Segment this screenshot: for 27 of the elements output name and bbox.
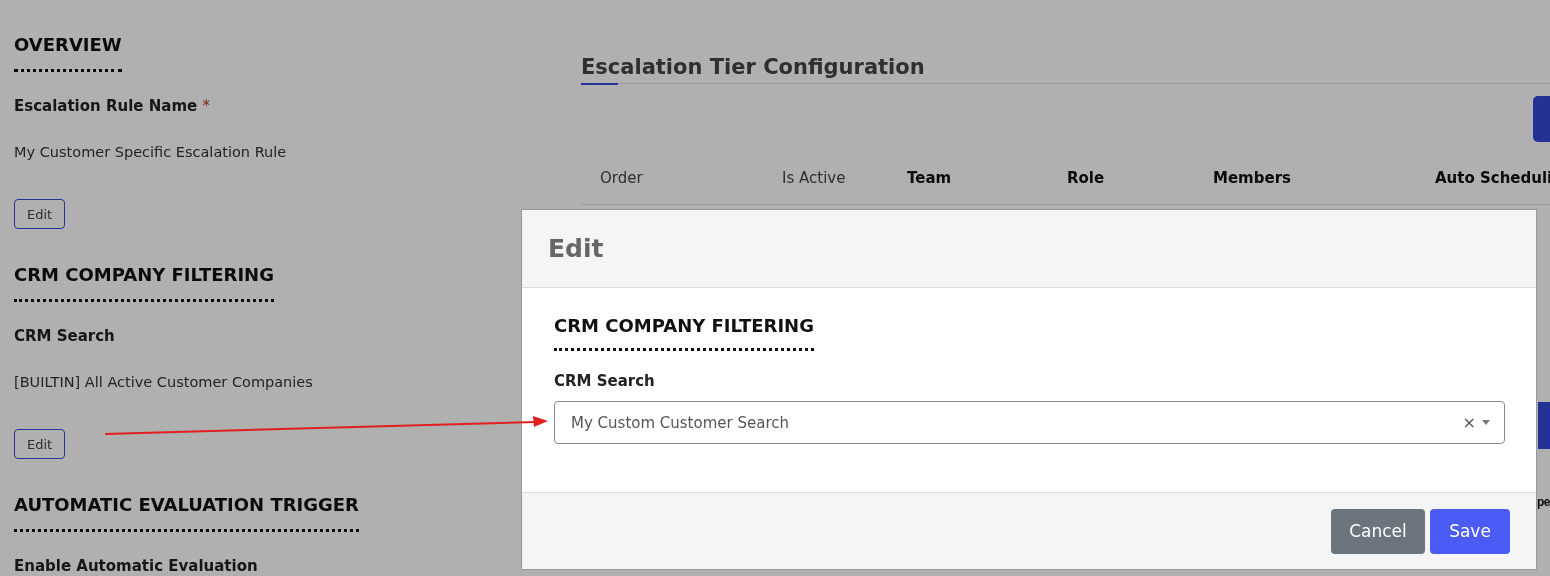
- edit-button[interactable]: Edit: [14, 429, 66, 459]
- column-header: Team: [907, 169, 953, 187]
- select-field[interactable]: My Custom Customer Search ×: [554, 401, 1505, 444]
- panel-title: Escalation Tier Configuration: [581, 54, 925, 81]
- column-header: Members: [1213, 169, 1292, 187]
- caret-icon: [1482, 420, 1490, 425]
- column-header: Role: [1067, 169, 1106, 187]
- cancel-button[interactable]: Cancel: [1331, 508, 1425, 554]
- section-heading: AUTOMATIC EVALUATION TRIGGER: [14, 493, 359, 517]
- section-heading: OVERVIEW: [14, 33, 122, 57]
- edit-button[interactable]: Edit: [14, 199, 66, 229]
- save-button[interactable]: Save: [1430, 508, 1510, 554]
- section-heading: CRM COMPANY FILTERING: [554, 314, 814, 338]
- column-header: Order: [600, 169, 644, 187]
- field-value: My Customer Specific Escalation Rule: [14, 143, 287, 162]
- action-button[interactable]: [1538, 402, 1550, 449]
- field-label: Escalation Rule Name *: [14, 96, 210, 116]
- column-header: pe: [1537, 495, 1550, 509]
- field-label: CRM Search: [14, 326, 115, 346]
- field-label: CRM Search: [554, 371, 655, 391]
- clear-button[interactable]: ×: [1462, 413, 1476, 432]
- column-header: Is Active: [782, 169, 847, 187]
- section-heading: CRM COMPANY FILTERING: [14, 263, 274, 287]
- modal-title: Edit: [548, 234, 604, 263]
- action-button[interactable]: [1533, 96, 1550, 142]
- field-label: Enable Automatic Evaluation: [14, 556, 258, 576]
- field-value: [BUILTIN] All Active Customer Companies: [14, 373, 313, 392]
